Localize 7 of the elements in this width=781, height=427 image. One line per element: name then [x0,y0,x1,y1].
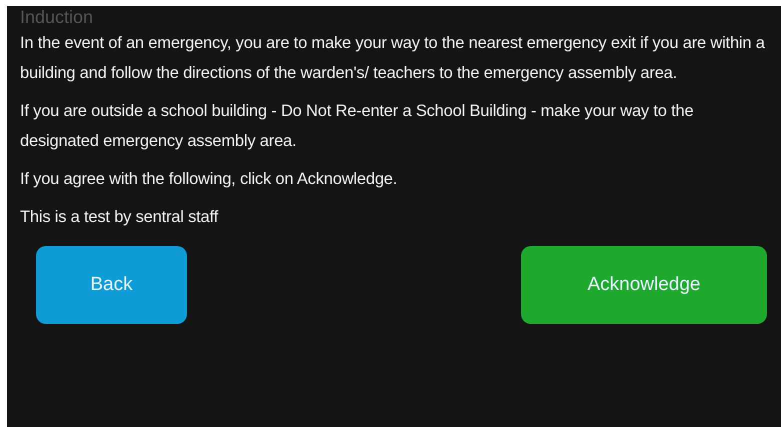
paragraph: If you agree with the following, click on Acknowledge. [20,169,398,190]
paragraph: This is a test by sentral staff [20,207,220,228]
paragraph: In the event of an emergency, you are to make your way to the nearest emergency exit if you are within a building and follow the directions of the warden's/ teachers to the emergency assembly area. [20,33,766,84]
acknowledge-button[interactable]: Acknowledge [521,246,767,324]
back-button[interactable]: Back [36,246,187,324]
paragraph: If you are outside a school building - Do Not Re-enter a School Building - make your way to the designated emergency assembly area. [20,101,694,152]
page-heading: Induction [20,6,94,28]
